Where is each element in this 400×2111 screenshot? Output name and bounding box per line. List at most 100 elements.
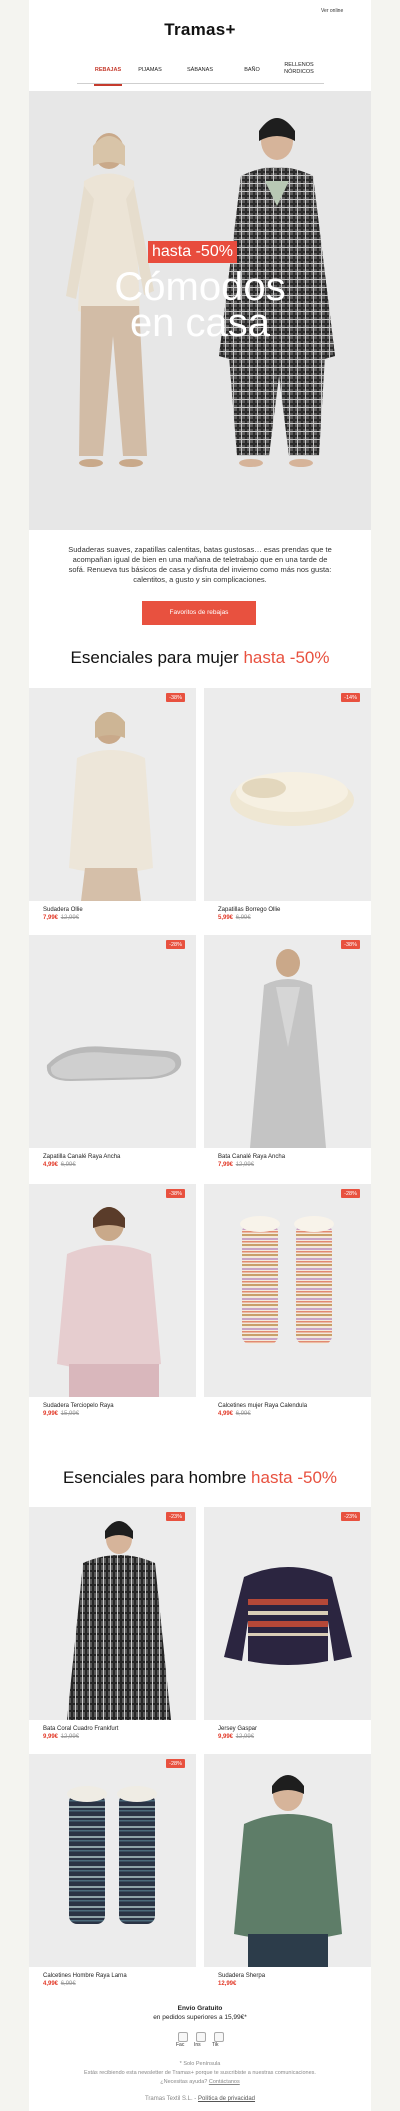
product-image[interactable]: -38% — [204, 935, 371, 1148]
tiktok-link[interactable]: Tik — [212, 2032, 224, 2048]
product-card[interactable]: -38% Sudadera Terciopelo Raya 9,99€ 15,9… — [29, 1184, 196, 1421]
product-image[interactable]: -28% — [29, 1754, 196, 1967]
product-card[interactable]: -28% Calcetines mujer Raya Calendula 4,9… — [204, 1184, 371, 1421]
discount-badge: -23% — [341, 1512, 360, 1521]
nav-item-pijamas[interactable]: PIJAMAS — [125, 67, 175, 74]
product-name[interactable]: Sudadera Ollie — [43, 907, 83, 913]
product-name[interactable]: Jersey Gaspar — [218, 1726, 257, 1732]
product-photo-zapatillas-borrego — [230, 772, 354, 826]
hero-title-line2: en casa — [129, 301, 271, 345]
product-image[interactable]: -38% — [29, 688, 196, 901]
current-price: 4,99€ — [43, 1981, 59, 1987]
product-photo-sudadera-terciopelo — [57, 1207, 161, 1397]
view-online-link[interactable]: Ver online — [321, 8, 343, 14]
men-title-accent: hasta -50% — [251, 1468, 338, 1487]
current-price: 4,99€ — [218, 1411, 234, 1417]
product-photo-jersey-gaspar — [224, 1567, 352, 1665]
company-line: Tramas Textil S.L. - Política de privaci… — [29, 2096, 371, 2102]
nav-item-rellenos-nordicos[interactable]: RELLENOS NÓRDICOS — [274, 62, 324, 76]
email-container: Ver online Tramas+ REBAJAS PIJAMAS SÁBAN… — [29, 0, 371, 2111]
instagram-link[interactable]: Ins — [194, 2032, 206, 2048]
women-title-accent: hasta -50% — [243, 648, 330, 667]
product-name[interactable]: Sudadera Sherpa — [218, 1973, 265, 1979]
product-price: 7,99€ 12,99€ — [218, 1162, 254, 1168]
product-image[interactable]: -28% — [29, 935, 196, 1148]
product-photo-zapatilla-canale — [46, 1046, 182, 1081]
product-photo-bata-canale — [250, 949, 326, 1148]
original-price: 12,99€ — [60, 915, 80, 921]
nav-item-sabanas[interactable]: SÁBANAS — [175, 67, 225, 74]
current-price: 7,99€ — [43, 915, 59, 921]
company-name: Tramas Textil S.L. — [144, 2096, 193, 2102]
product-name[interactable]: Zapatillas Borrego Ollie — [218, 907, 280, 913]
facebook-icon — [178, 2032, 188, 2042]
current-price: 9,99€ — [43, 1734, 59, 1740]
product-name[interactable]: Bata Coral Cuadro Frankfurt — [43, 1726, 118, 1732]
current-price: 12,99€ — [218, 1981, 237, 1987]
product-card[interactable]: -38% Sudadera Ollie 7,99€ 12,99€ — [29, 688, 196, 925]
product-image[interactable]: -38% — [29, 1184, 196, 1397]
product-photo-sudadera-ollie — [69, 712, 153, 901]
free-shipping-subtitle: en pedidos superiores a 15,99€* — [153, 2014, 247, 2021]
original-price: 12,99€ — [235, 1162, 255, 1168]
free-shipping-banner: Envío Gratuito en pedidos superiores a 1… — [29, 2004, 371, 2022]
instagram-icon — [196, 2032, 206, 2042]
women-section-title: Esenciales para mujer hasta -50% — [29, 648, 371, 668]
discount-badge: -23% — [166, 1512, 185, 1521]
product-price: 4,99€ 6,99€ — [43, 1162, 76, 1168]
product-price: 4,99€ 6,99€ — [43, 1981, 76, 1987]
product-photo-calcetines-hombre — [67, 1786, 157, 1924]
hero-title-line1: Cómodos — [114, 265, 286, 309]
product-card[interactable]: -28% Calcetines Hombre Raya Larna 4,99€ … — [29, 1754, 196, 1991]
product-price: 12,99€ — [218, 1981, 236, 1987]
product-price: 4,99€ 6,99€ — [218, 1411, 251, 1417]
product-image[interactable]: -14% — [204, 688, 371, 901]
discount-badge: -38% — [341, 940, 360, 949]
women-title-text: Esenciales para mujer — [70, 648, 239, 667]
product-name[interactable]: Calcetines Hombre Raya Larna — [43, 1973, 127, 1979]
main-nav: REBAJAS PIJAMAS SÁBANAS BAÑO RELLENOS NÓ… — [77, 60, 324, 86]
product-image[interactable]: -23% — [29, 1507, 196, 1720]
product-name[interactable]: Bata Canalé Raya Ancha — [218, 1154, 285, 1160]
product-image[interactable]: -23% — [204, 1507, 371, 1720]
current-price: 4,99€ — [43, 1162, 59, 1168]
product-name[interactable]: Sudadera Terciopelo Raya — [43, 1403, 114, 1409]
product-card[interactable]: -23% Bata Coral Cuadro Frankfurt 9,99€ 1… — [29, 1507, 196, 1744]
current-price: 5,99€ — [218, 915, 234, 921]
product-card[interactable]: -38% Bata Canalé Raya Ancha 7,99€ 12,99€ — [204, 935, 371, 1172]
product-price: 9,99€ 12,99€ — [218, 1734, 254, 1740]
product-price: 7,99€ 12,99€ — [43, 915, 79, 921]
discount-badge: -28% — [341, 1189, 360, 1198]
discount-badge: -28% — [166, 1759, 185, 1768]
current-price: 7,99€ — [218, 1162, 234, 1168]
product-card[interactable]: -14% Zapatillas Borrego Ollie 5,99€ 6,99… — [204, 688, 371, 925]
brand-logo[interactable]: Tramas+ — [29, 20, 371, 40]
original-price: 6,99€ — [235, 1411, 251, 1417]
discount-badge: -38% — [166, 1189, 185, 1198]
product-card[interactable]: Sudadera Sherpa 12,99€ — [204, 1754, 371, 1991]
contact-link[interactable]: Contáctanos — [209, 2079, 240, 2085]
product-card[interactable]: -23% Jersey Gaspar 9,99€ 12,99€ — [204, 1507, 371, 1744]
product-price: 9,99€ 15,99€ — [43, 1411, 79, 1417]
original-price: 6,99€ — [60, 1981, 76, 1987]
original-price: 12,99€ — [60, 1734, 80, 1740]
help-text: ¿Necesitas ayuda? — [160, 2079, 208, 2085]
nav-item-bano[interactable]: BAÑO — [227, 67, 277, 74]
discount-badge: -28% — [166, 940, 185, 949]
product-image[interactable]: -28% — [204, 1184, 371, 1397]
product-photo-sudadera-sherpa — [234, 1775, 342, 1967]
discount-badge: -14% — [341, 693, 360, 702]
men-section-title: Esenciales para hombre hasta -50% — [29, 1468, 371, 1488]
privacy-policy-link[interactable]: Política de privacidad — [198, 2096, 255, 2102]
product-name[interactable]: Calcetines mujer Raya Calendula — [218, 1403, 307, 1409]
intro-text: Sudaderas suaves, zapatillas calentitas,… — [68, 545, 332, 584]
product-price: 9,99€ 12,99€ — [43, 1734, 79, 1740]
product-card[interactable]: -28% Zapatilla Canalé Raya Ancha 4,99€ 6… — [29, 935, 196, 1172]
tiktok-icon — [214, 2032, 224, 2042]
facebook-link[interactable]: Fac — [176, 2032, 188, 2048]
hero-banner[interactable]: hasta -50% Cómodos en casa — [29, 91, 371, 530]
favorites-cta-button[interactable]: Favoritos de rebajas — [142, 601, 256, 625]
product-name[interactable]: Zapatilla Canalé Raya Ancha — [43, 1154, 120, 1160]
current-price: 9,99€ — [43, 1411, 59, 1417]
product-image[interactable] — [204, 1754, 371, 1967]
